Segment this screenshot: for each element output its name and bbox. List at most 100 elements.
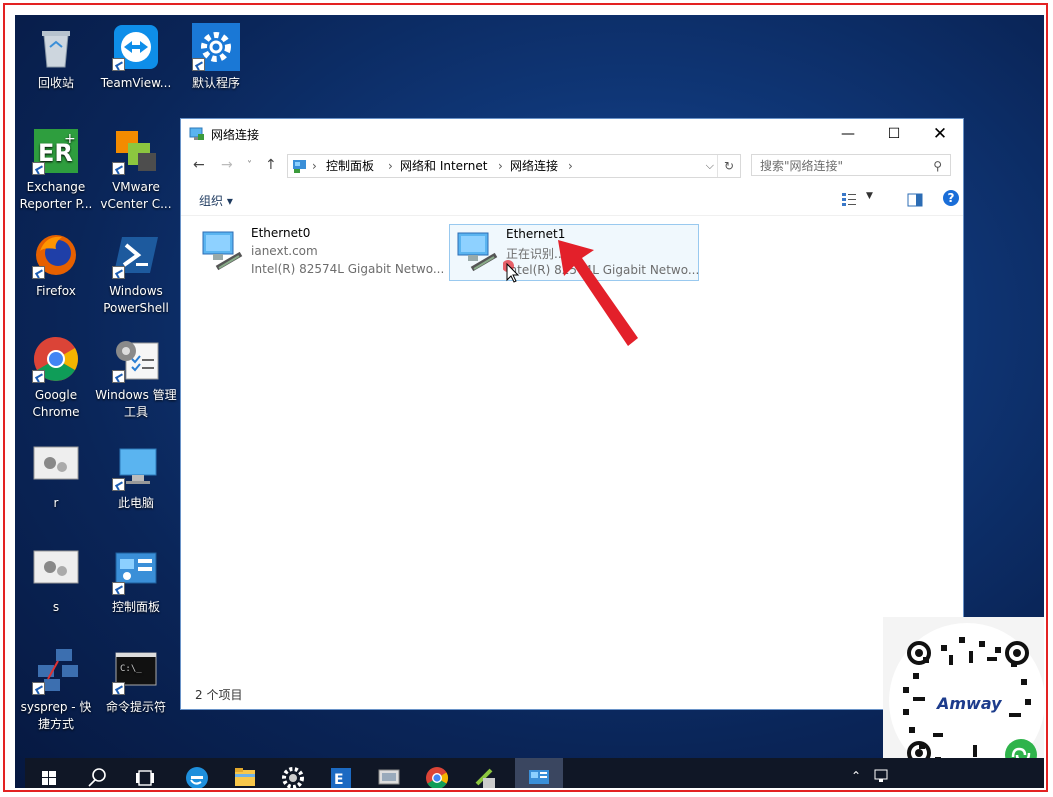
server-manager-icon xyxy=(378,769,400,785)
svg-text:E: E xyxy=(334,772,344,788)
desktop-icon-cmd[interactable]: C:\_ 命令提示符 xyxy=(95,647,177,716)
organize-button[interactable]: 组织 ▾ xyxy=(199,192,233,209)
exchange-reporter-icon: ER + xyxy=(32,127,80,175)
chrome-icon xyxy=(32,335,80,383)
gear-icon xyxy=(282,767,304,788)
chevron-up-icon[interactable]: ⌃ xyxy=(851,769,861,783)
recent-locations-icon[interactable]: ˅ xyxy=(247,160,252,171)
svg-text:+: + xyxy=(64,131,76,147)
desktop-icon-label: Google Chrome xyxy=(32,388,80,419)
taskbar-edge[interactable] xyxy=(173,758,221,788)
desktop-icon-vmware[interactable]: VMware vCenter C... xyxy=(95,127,177,213)
desktop-icon-recycle-bin[interactable]: 回收站 xyxy=(15,23,97,92)
view-dropdown-icon[interactable]: ▼ xyxy=(866,191,873,201)
taskbar-app[interactable] xyxy=(461,758,509,788)
start-button[interactable] xyxy=(25,758,73,788)
refresh-icon[interactable]: ↻ xyxy=(717,155,740,177)
desktop-icon-teamviewer[interactable]: TeamView... xyxy=(95,23,177,92)
taskbar-server-manager[interactable] xyxy=(365,758,413,788)
task-view-button[interactable] xyxy=(121,758,169,788)
desktop-icon-label: Windows PowerShell xyxy=(103,284,169,315)
search-icon: ⚲ xyxy=(933,159,942,173)
folder-icon xyxy=(235,768,255,786)
desktop-icon-s[interactable]: s xyxy=(15,547,97,616)
amway-logo: Amway xyxy=(935,694,1002,713)
up-arrow-icon[interactable]: ↑ xyxy=(265,157,277,173)
search-icon xyxy=(88,768,106,787)
desktop-icon-label: TeamView... xyxy=(100,76,172,90)
desktop-icon-r[interactable]: r xyxy=(15,443,97,512)
vmware-vcenter-icon xyxy=(112,127,160,175)
breadcrumb-network-connections[interactable]: 网络连接 xyxy=(510,155,558,177)
connection-name: Ethernet0 xyxy=(251,226,311,240)
preview-pane-icon[interactable] xyxy=(907,192,923,211)
desktop-icon-label: 默认程序 xyxy=(191,76,240,90)
maximize-button[interactable]: ☐ xyxy=(871,119,917,149)
minimize-button[interactable]: — xyxy=(825,119,871,149)
address-dropdown-icon[interactable]: ⌵ xyxy=(706,155,714,177)
desktop-icon-default-programs[interactable]: 默认程序 xyxy=(175,23,257,92)
desktop-icon-label: 命令提示符 xyxy=(105,700,166,714)
breadcrumb-separator-icon: › xyxy=(388,159,393,173)
address-bar[interactable]: › 控制面板 › 网络和 Internet › 网络连接 › ⌵ ↻ xyxy=(287,154,741,178)
settings-window-icon xyxy=(32,547,80,595)
view-options-icon[interactable] xyxy=(841,191,857,211)
screenshot-frame: 回收站 ER + Exchange Reporter P... Firefox G… xyxy=(3,3,1048,792)
desktop-icon-label: VMware vCenter C... xyxy=(100,180,172,211)
mouse-cursor-icon xyxy=(502,260,523,288)
help-icon[interactable]: ? xyxy=(943,190,959,206)
default-programs-icon xyxy=(192,23,240,71)
svg-text:C:\_: C:\_ xyxy=(120,664,142,674)
connection-item-ethernet0[interactable]: Ethernet0 ianext.com Intel(R) 82574L Gig… xyxy=(195,224,445,281)
desktop-icon-powershell[interactable]: Windows PowerShell xyxy=(95,231,177,317)
taskbar: E ⌃ xyxy=(25,758,1044,788)
cmd-icon: C:\_ xyxy=(112,647,160,695)
taskbar-network-connections[interactable] xyxy=(515,758,563,788)
windows-logo-icon xyxy=(42,771,56,785)
red-arrow-annotation-icon xyxy=(558,240,638,346)
search-placeholder: 搜索"网络连接" xyxy=(760,159,844,173)
connection-status: ianext.com xyxy=(251,244,318,258)
window-title: 网络连接 xyxy=(211,128,260,142)
desktop-icon-sysprep[interactable]: sysprep - 快捷方式 xyxy=(15,647,97,733)
control-panel-icon xyxy=(529,770,549,784)
desktop-icon-firefox[interactable]: Firefox xyxy=(15,231,97,300)
breadcrumb-separator-icon: › xyxy=(498,159,503,173)
taskbar-file-explorer[interactable] xyxy=(221,758,269,788)
taskbar-exchange[interactable]: E xyxy=(317,758,365,788)
address-row: ← → ˅ ↑ › 控制面板 › 网络和 Internet › 网络连接 › ⌵… xyxy=(181,151,963,181)
breadcrumb-network-internet[interactable]: 网络和 Internet xyxy=(400,155,487,177)
control-panel-icon xyxy=(112,547,160,595)
teamviewer-icon xyxy=(112,23,160,71)
taskbar-chrome[interactable] xyxy=(413,758,461,788)
network-tool-icon xyxy=(475,768,495,788)
desktop-icon-label: r xyxy=(53,496,59,510)
desktop-icon-chrome[interactable]: Google Chrome xyxy=(15,335,97,421)
edge-icon xyxy=(186,767,208,788)
desktop-icon-this-pc[interactable]: 此电脑 xyxy=(95,443,177,512)
network-tray-icon[interactable] xyxy=(873,768,889,788)
taskbar-settings[interactable] xyxy=(269,758,317,788)
sysprep-network-icon xyxy=(32,647,80,695)
breadcrumb-control-panel[interactable]: 控制面板 xyxy=(326,155,374,177)
search-taskbar-button[interactable] xyxy=(73,758,121,788)
back-arrow-icon[interactable]: ← xyxy=(193,157,205,173)
title-bar[interactable]: 网络连接 — ☐ ✕ xyxy=(181,119,963,149)
close-button[interactable]: ✕ xyxy=(917,119,963,149)
chrome-icon xyxy=(426,767,448,788)
powershell-icon xyxy=(112,231,160,279)
forward-arrow-icon[interactable]: → xyxy=(221,157,233,173)
command-bar: 组织 ▾ ▼ ? xyxy=(181,185,963,215)
desktop-icon-control-panel[interactable]: 控制面板 xyxy=(95,547,177,616)
desktop-icon-admin-tools[interactable]: Windows 管理工具 xyxy=(95,335,177,421)
connection-device: Intel(R) 82574L Gigabit Netwo... xyxy=(251,262,445,276)
admin-tools-icon xyxy=(112,335,160,383)
network-adapter-icon xyxy=(197,228,245,276)
desktop-icon-label: 回收站 xyxy=(37,76,74,90)
desktop-icon-exchange-reporter[interactable]: ER + Exchange Reporter P... xyxy=(15,127,97,213)
search-box[interactable]: 搜索"网络连接" ⚲ xyxy=(751,154,951,176)
desktop-icon-label: Windows 管理工具 xyxy=(95,388,177,419)
network-adapter-icon xyxy=(452,229,500,277)
desktop-icon-label: 控制面板 xyxy=(111,600,160,614)
settings-window-icon xyxy=(32,443,80,491)
